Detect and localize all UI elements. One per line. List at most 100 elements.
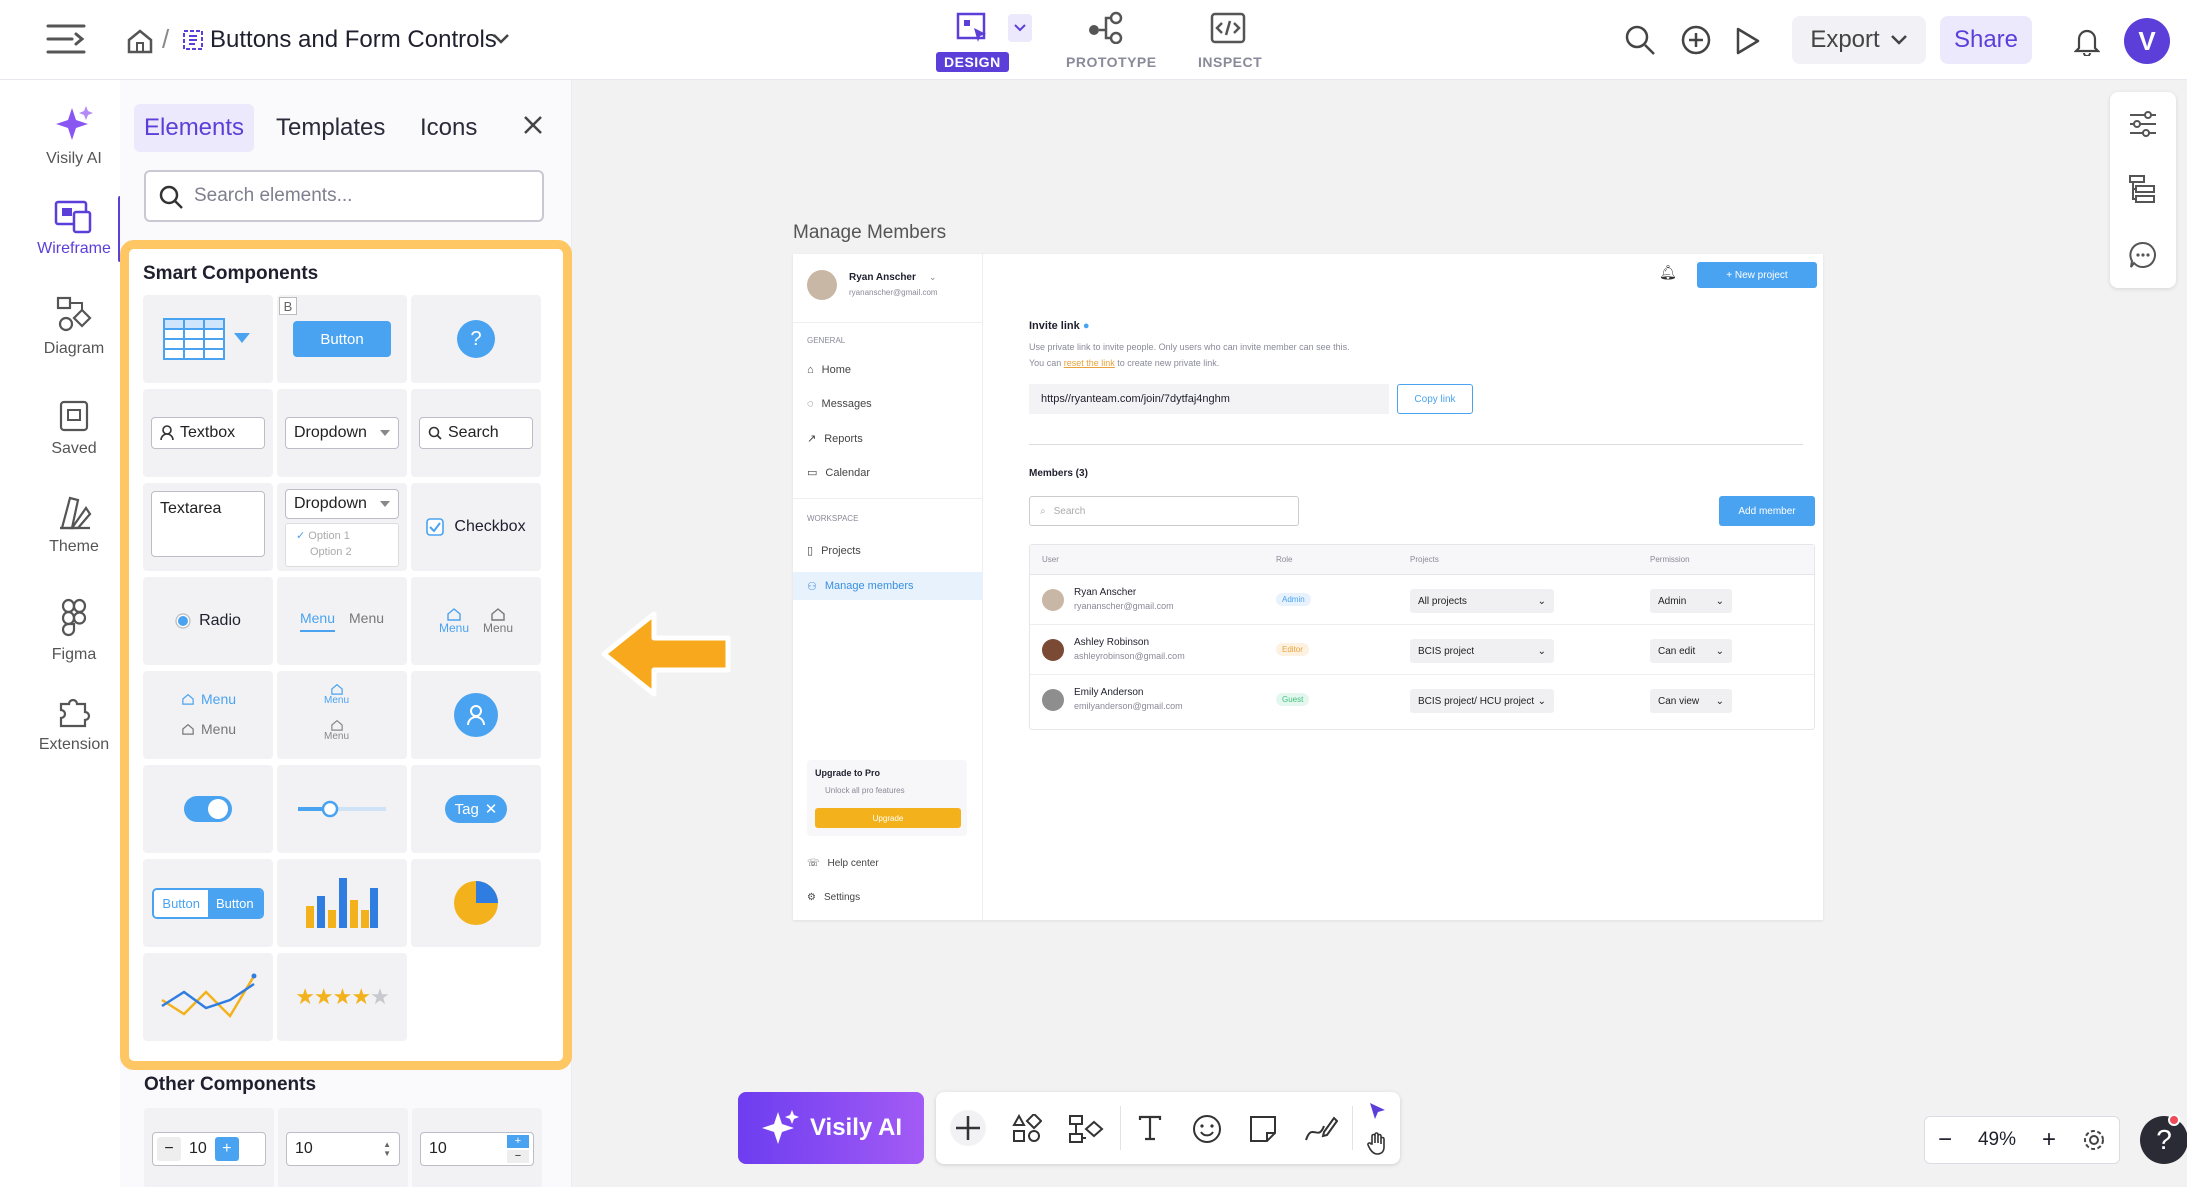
- tab-templates[interactable]: Templates: [266, 104, 395, 152]
- tab-icons[interactable]: Icons: [410, 104, 487, 152]
- divider: [793, 498, 983, 499]
- share-button[interactable]: Share: [1940, 16, 2032, 64]
- inspect-icon[interactable]: [1210, 12, 1246, 44]
- row-email: emilyanderson@gmail.com: [1074, 701, 1183, 711]
- visily-ai-button[interactable]: Visily AI: [738, 1092, 924, 1164]
- export-button[interactable]: Export: [1792, 16, 1926, 64]
- diagram-icon: [56, 296, 92, 332]
- col-projects: Projects: [1410, 555, 1439, 564]
- search-component[interactable]: Search: [411, 389, 541, 477]
- tab-elements[interactable]: Elements: [134, 104, 255, 152]
- avatar-component[interactable]: [411, 671, 541, 759]
- divider: [1352, 1106, 1353, 1150]
- stepper-buttons-icon: + −: [507, 1135, 529, 1163]
- mock-sidebar: Ryan Anscher ryananscher@gmail.com ⌄ GEN…: [793, 254, 983, 920]
- icon-menu-component[interactable]: Menu Menu: [411, 577, 541, 665]
- stacked-menu-item: Menu: [324, 719, 349, 742]
- theme-icon: [60, 496, 92, 530]
- checkbox-component[interactable]: Checkbox: [411, 483, 541, 571]
- col-user: User: [1042, 555, 1059, 564]
- design-icon[interactable]: [954, 10, 990, 44]
- mode-inspect-label[interactable]: INSPECT: [1198, 54, 1262, 70]
- rating-component[interactable]: ★★★★★: [277, 953, 407, 1041]
- tag-component[interactable]: Tag ✕: [411, 765, 541, 853]
- mock-copy-link-button: Copy link: [1397, 384, 1473, 414]
- search-preview: Search: [419, 417, 533, 449]
- toggle-component[interactable]: [143, 765, 273, 853]
- help-circle-component[interactable]: ?: [411, 295, 541, 383]
- page-title[interactable]: Buttons and Form Controls: [210, 26, 497, 54]
- mock-members-title: Members (3): [1029, 468, 1088, 479]
- rail-item-saved[interactable]: Saved: [28, 398, 120, 458]
- line-chart-component[interactable]: [143, 953, 273, 1041]
- segmented-button-component[interactable]: Button Button: [143, 859, 273, 947]
- rail-item-theme[interactable]: Theme: [28, 494, 120, 556]
- stepper-component-3[interactable]: 10 + −: [412, 1108, 542, 1187]
- mode-design-label[interactable]: DESIGN: [936, 52, 1009, 72]
- pointer-icon[interactable]: [1366, 1100, 1388, 1122]
- textarea-component[interactable]: Textarea: [143, 483, 273, 571]
- stepper-component-1[interactable]: − 10 +: [144, 1108, 274, 1187]
- mock-bell-icon: 🔔︎: [1659, 264, 1677, 280]
- share-label: Share: [1953, 26, 2019, 53]
- button-component[interactable]: B Button: [277, 295, 407, 383]
- rail-label: Visily AI: [46, 150, 102, 167]
- home-icon[interactable]: [126, 28, 154, 54]
- sparkle-icon: [56, 106, 93, 140]
- menu-tabs-component[interactable]: Menu Menu: [277, 577, 407, 665]
- text-icon[interactable]: [1136, 1114, 1164, 1142]
- calendar-icon: ▭: [807, 467, 818, 479]
- hand-icon[interactable]: [1366, 1132, 1388, 1156]
- textbox-component[interactable]: Textbox: [143, 389, 273, 477]
- sticky-note-icon[interactable]: [1248, 1114, 1278, 1144]
- mode-dropdown-button[interactable]: [1008, 14, 1032, 42]
- comment-icon[interactable]: [2128, 240, 2158, 270]
- stepper-value-3: 10: [429, 1140, 447, 1157]
- mode-prototype-label[interactable]: PROTOTYPE: [1066, 54, 1157, 70]
- manage-members-frame[interactable]: Ryan Anscher ryananscher@gmail.com ⌄ GEN…: [793, 254, 1823, 920]
- bell-icon[interactable]: [2074, 26, 2100, 56]
- zoom-in-button[interactable]: +: [2042, 1126, 2056, 1154]
- menu-collapse-icon[interactable]: [46, 22, 86, 56]
- rail-item-wireframe[interactable]: Wireframe: [28, 200, 120, 258]
- dropdown-open-component[interactable]: Dropdown ✓ Option 1 Option 2: [277, 483, 407, 571]
- dropdown-component[interactable]: Dropdown: [277, 389, 407, 477]
- vertical-menu-component[interactable]: Menu Menu: [143, 671, 273, 759]
- flow-icon[interactable]: [1068, 1114, 1104, 1144]
- stacked-icon-menu-component[interactable]: Menu Menu: [277, 671, 407, 759]
- reports-icon: ↗: [807, 433, 817, 445]
- chevron-down-icon[interactable]: [492, 32, 510, 46]
- table-component[interactable]: [143, 295, 273, 383]
- search-elements-input[interactable]: Search elements...: [144, 170, 544, 222]
- zoom-level[interactable]: 49%: [1978, 1129, 2016, 1151]
- radio-component[interactable]: Radio: [143, 577, 273, 665]
- pen-icon[interactable]: [1302, 1112, 1338, 1144]
- shapes-icon[interactable]: [1012, 1114, 1042, 1144]
- radio-selected-icon: [175, 613, 191, 629]
- close-icon[interactable]: [522, 114, 544, 136]
- play-icon[interactable]: [1734, 26, 1762, 56]
- avatar[interactable]: V: [2124, 18, 2170, 64]
- pie-chart-component[interactable]: [411, 859, 541, 947]
- sliders-icon[interactable]: [2128, 110, 2158, 138]
- gear-icon[interactable]: [2082, 1128, 2106, 1152]
- zoom-out-button[interactable]: −: [1938, 1126, 1952, 1154]
- rail-item-figma[interactable]: Figma: [28, 598, 120, 664]
- add-circle-icon[interactable]: [1680, 24, 1712, 56]
- prototype-icon[interactable]: [1086, 10, 1126, 44]
- option-2: Option 2: [310, 546, 352, 558]
- help-button[interactable]: ?: [2140, 1116, 2187, 1164]
- frame-label[interactable]: Manage Members: [793, 222, 946, 244]
- slider-component[interactable]: [277, 765, 407, 853]
- search-icon[interactable]: [1624, 24, 1656, 56]
- bar-chart-component[interactable]: [277, 859, 407, 947]
- rail-item-visily-ai[interactable]: Visily AI: [28, 104, 120, 168]
- stepper-component-2[interactable]: 10 ▲ ▼: [278, 1108, 408, 1187]
- visily-ai-label: Visily AI: [809, 1114, 903, 1141]
- add-circle-icon[interactable]: [948, 1108, 988, 1148]
- layers-icon[interactable]: [2128, 174, 2158, 204]
- emoji-icon[interactable]: [1192, 1114, 1222, 1144]
- rail-item-diagram[interactable]: Diagram: [28, 294, 120, 358]
- rail-item-extension[interactable]: Extension: [28, 692, 120, 754]
- mock-invite-desc-2: You can reset the link to create new pri…: [1029, 358, 1220, 368]
